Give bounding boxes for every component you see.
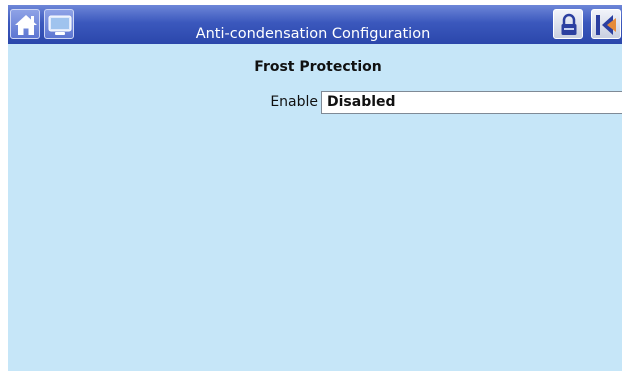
section-title: Frost Protection (254, 59, 382, 75)
home-button[interactable] (10, 9, 40, 39)
enable-field[interactable]: Disabled (321, 91, 622, 114)
enable-label: Enable (270, 94, 318, 110)
home-icon (15, 15, 37, 35)
header-bar: Anti-condensation Configuration (8, 5, 622, 44)
hmi-screen: Anti-condensation Configuration Frost Pr… (8, 5, 622, 371)
lock-icon (561, 13, 577, 35)
lock-button[interactable] (553, 9, 583, 39)
screen-button[interactable] (44, 9, 74, 39)
enable-value: Disabled (327, 94, 396, 110)
back-icon (596, 15, 616, 35)
page-title: Anti-condensation Configuration (195, 26, 431, 42)
back-button[interactable] (591, 9, 621, 39)
screen-icon (48, 15, 72, 35)
